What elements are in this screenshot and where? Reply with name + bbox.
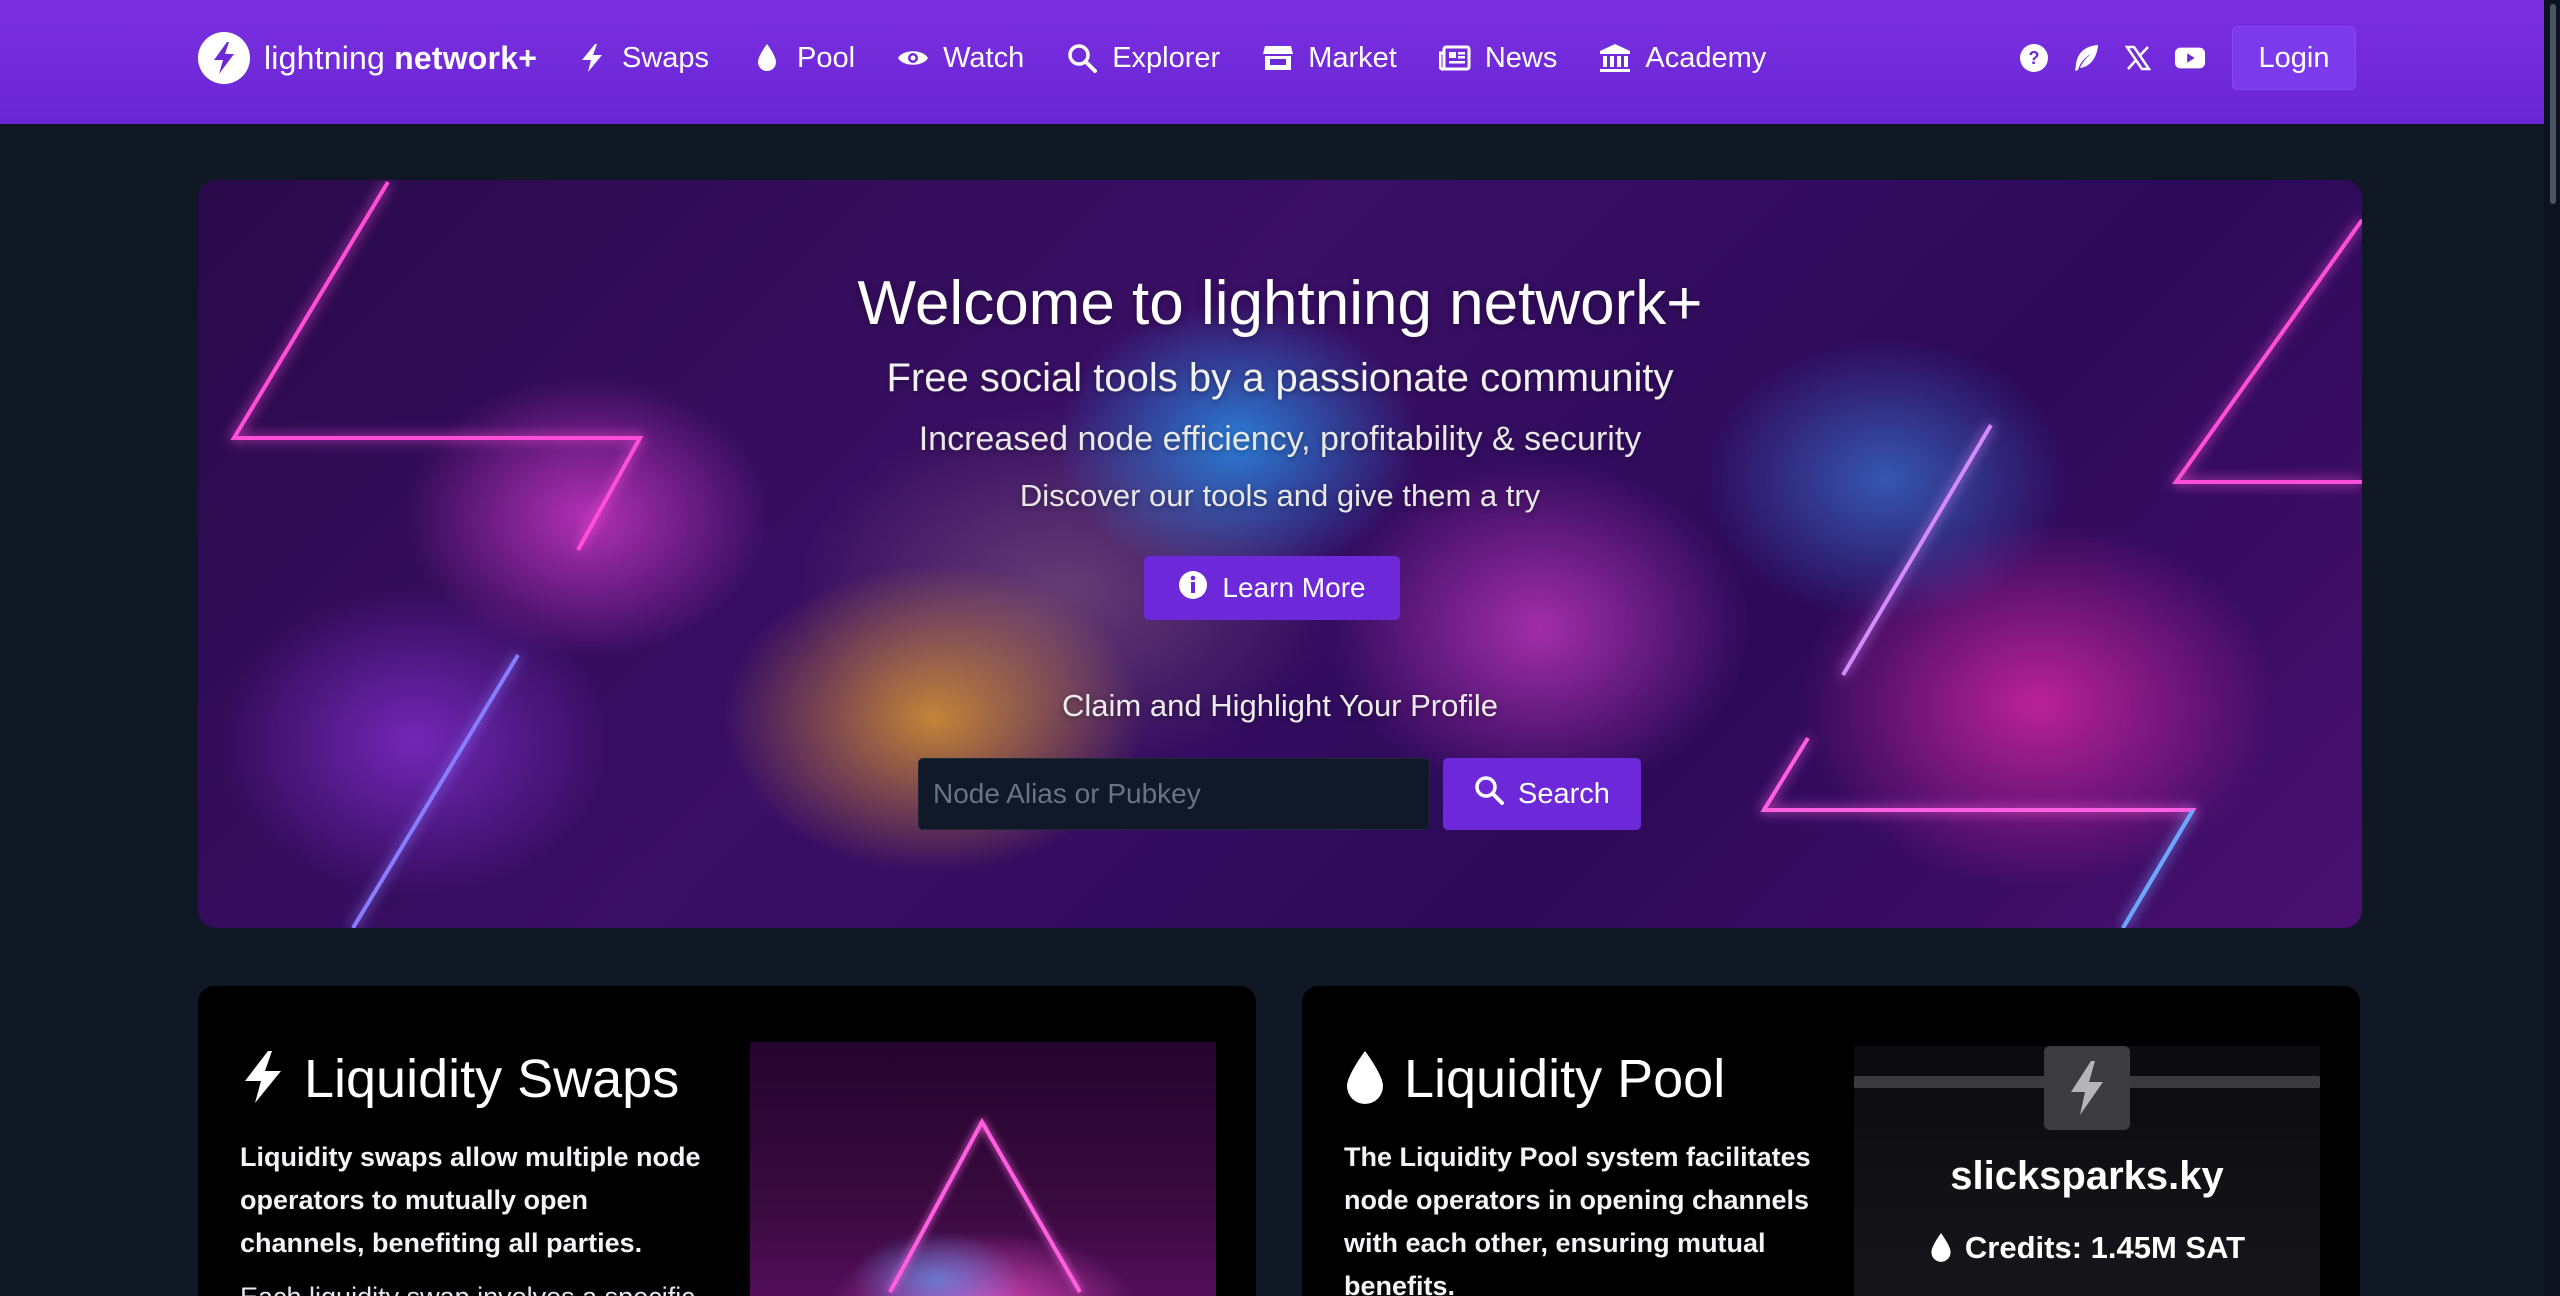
hero-title: Welcome to lightning network+ (857, 269, 1703, 338)
search-button[interactable]: Search (1443, 758, 1641, 830)
nav-item-swaps[interactable]: Swaps (576, 42, 709, 75)
newspaper-icon (1438, 42, 1471, 74)
learn-more-label: Learn More (1222, 572, 1366, 603)
login-button[interactable]: Login (2232, 26, 2356, 90)
nav-item-label: Academy (1645, 41, 1767, 74)
droplet-icon (1931, 1233, 1951, 1262)
droplet-icon (1344, 1049, 1386, 1110)
nav-item-label: Swaps (622, 41, 710, 74)
brand-logo-link[interactable]: lightning network+ (198, 30, 537, 86)
card-description: The Liquidity Pool system facilitates no… (1344, 1142, 1811, 1296)
nav-item-explorer[interactable]: Explorer (1066, 42, 1220, 75)
eye-icon (897, 42, 929, 74)
hero-cta-text: Discover our tools and give them a try (1019, 478, 1541, 513)
card-title-group: Liquidity Pool (1344, 1048, 1725, 1110)
info-circle-icon (1178, 570, 1208, 607)
nav-item-academy[interactable]: Academy (1599, 42, 1766, 75)
nav-item-label: Pool (797, 41, 856, 74)
claim-profile-label: Claim and Highlight Your Profile (1062, 688, 1498, 723)
nav-item-label: Market (1308, 41, 1397, 74)
youtube-icon[interactable] (2174, 42, 2206, 74)
nav-item-label: News (1484, 41, 1558, 74)
page-scrollbar[interactable] (2544, 0, 2560, 1296)
nav-item-label: Watch (943, 41, 1025, 74)
liquidity-pool-card: Liquidity Pool The Liquidity Pool system… (1302, 986, 2360, 1296)
card-description-continued: Each liquidity swap involves a specific (240, 1276, 720, 1296)
hero-tagline: Increased node efficiency, profitability… (918, 420, 1642, 458)
brand-name: lightning network+ (264, 40, 537, 77)
nav-item-market[interactable]: Market (1262, 42, 1397, 75)
liquidity-swaps-card: Liquidity Swaps Liquidity swaps allow mu… (198, 986, 1256, 1296)
lightning-logo-icon (198, 32, 250, 84)
card-description: Liquidity swaps allow multiple node oper… (240, 1142, 701, 1258)
node-credits: Credits: 1.45M SAT (1854, 1230, 2320, 1266)
featured-node-panel[interactable]: slicksparks.ky Credits: 1.45M SAT (1854, 1046, 2320, 1296)
neon-triangle-decoration (888, 1117, 1082, 1293)
search-icon (1066, 42, 1098, 74)
svg-text:?: ? (2029, 48, 2040, 68)
nav-item-pool[interactable]: Pool (751, 42, 855, 75)
card-title: Liquidity Swaps (304, 1049, 680, 1109)
node-avatar (2044, 1046, 2130, 1130)
scrollbar-thumb[interactable] (2550, 4, 2556, 204)
node-search-input[interactable] (918, 758, 1430, 830)
store-icon (1262, 42, 1294, 74)
card-title-group: Liquidity Swaps (240, 1048, 679, 1110)
learn-more-button[interactable]: Learn More (1144, 556, 1400, 620)
feather-icon[interactable] (2070, 42, 2102, 74)
bolt-icon (240, 1049, 286, 1110)
top-navbar: lightning network+ Swaps Pool Watch Expl… (0, 0, 2560, 124)
nav-right-group: ? Login (2018, 26, 2356, 90)
node-alias: slicksparks.ky (1950, 1154, 2224, 1198)
brand-name-light: lightning (264, 39, 386, 76)
swaps-illustration-image (750, 1042, 1216, 1296)
nav-item-watch[interactable]: Watch (897, 42, 1024, 75)
bolt-icon (576, 42, 608, 74)
hero-banner: Welcome to lightning network+ Free socia… (198, 180, 2362, 928)
nav-item-label: Explorer (1112, 41, 1221, 74)
brand-name-bold: network+ (394, 39, 538, 76)
nav-item-news[interactable]: News (1438, 41, 1558, 75)
main-nav: Swaps Pool Watch Explorer Market News Ac… (576, 30, 1766, 86)
node-credits-value: Credits: 1.45M SAT (1964, 1230, 2246, 1265)
help-icon[interactable]: ? (2018, 42, 2050, 74)
university-icon (1599, 42, 1631, 74)
bolt-icon (2071, 1061, 2103, 1115)
search-button-label: Search (1518, 777, 1610, 810)
search-icon (1474, 775, 1505, 813)
card-title: Liquidity Pool (1404, 1049, 1726, 1109)
x-twitter-icon[interactable] (2122, 42, 2154, 74)
hero-subtitle: Free social tools by a passionate commun… (886, 356, 1674, 400)
droplet-icon (751, 42, 783, 74)
